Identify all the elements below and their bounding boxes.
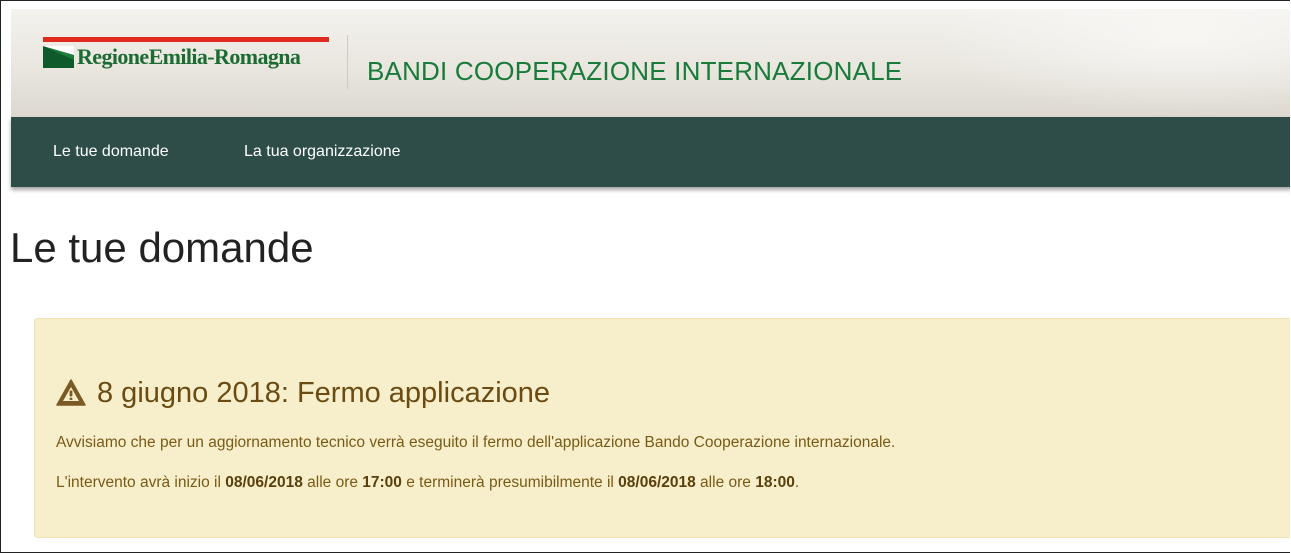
alert-text: alle ore [302,474,363,491]
maintenance-alert: 8 giugno 2018: Fermo applicazione Avvisi… [34,318,1290,538]
alert-text: alle ore [695,474,756,491]
start-time: 17:00 [362,474,402,491]
alert-text: L'intervento avrà inizio il [56,474,226,491]
start-date: 08/06/2018 [225,474,303,491]
regione-flag-icon [43,46,74,68]
nav-item-le-tue-domande[interactable]: Le tue domande [53,143,169,161]
end-time: 18:00 [755,474,795,491]
page-title: Le tue domande [10,224,314,271]
browser-frame: RegioneEmilia-Romagna BANDI COOPERAZIONE… [0,0,1290,553]
logo-red-bar [43,37,329,42]
site-header: RegioneEmilia-Romagna BANDI COOPERAZIONE… [11,9,1290,117]
app-title[interactable]: BANDI COOPERAZIONE INTERNAZIONALE [367,56,902,87]
alert-message-line-2: L'intervento avrà inizio il 08/06/2018 a… [56,474,799,492]
alert-text: e terminerà presumibilmente il [401,474,619,491]
alert-message-line-1: Avvisiamo che per un aggiornamento tecni… [56,434,896,451]
logo-text: RegioneEmilia-Romagna [77,44,301,69]
alert-text: . [794,474,800,491]
alert-title: 8 giugno 2018: Fermo applicazione [97,377,551,409]
header-divider [347,35,348,89]
end-date: 08/06/2018 [618,474,696,491]
warning-icon [56,379,86,406]
regione-logo[interactable]: RegioneEmilia-Romagna [43,37,329,77]
nav-item-la-tua-organizzazione[interactable]: La tua organizzazione [244,143,401,161]
main-navbar: Le tue domande La tua organizzazione [11,117,1290,187]
